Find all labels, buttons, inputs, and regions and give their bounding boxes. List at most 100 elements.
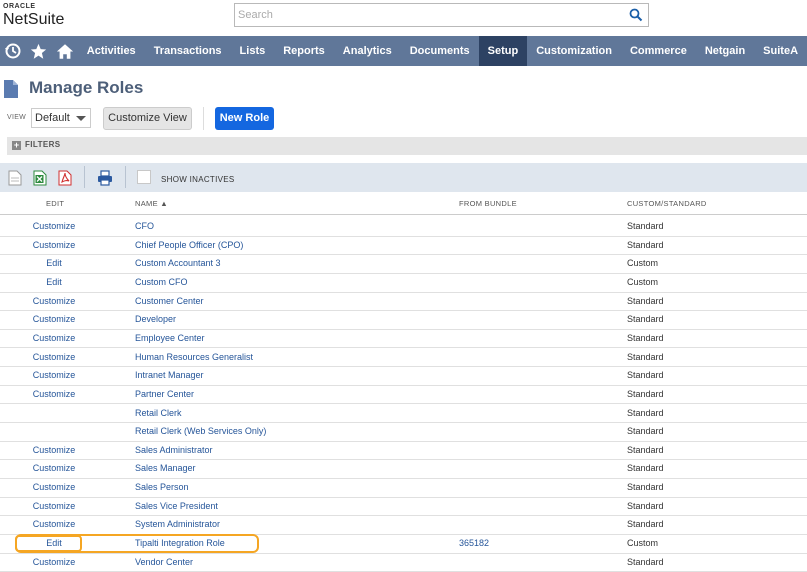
role-type: Standard (627, 370, 664, 381)
nav-lists[interactable]: Lists (231, 36, 275, 66)
home-button[interactable] (52, 36, 78, 66)
table-row: Retail Clerk (Web Services Only) Standard (0, 422, 807, 442)
row-action-link[interactable]: Customize (22, 389, 86, 399)
role-type: Standard (627, 407, 664, 418)
table-row: Customize Human Resources Generalist Stand… (0, 348, 807, 368)
role-type: Standard (627, 482, 664, 493)
nav-commerce[interactable]: Commerce (621, 36, 696, 66)
role-name-link[interactable]: Intranet Manager (135, 370, 204, 380)
col-from-bundle[interactable]: FROM BUNDLE (459, 199, 517, 208)
nav-suiteapps[interactable]: SuiteA (754, 36, 807, 66)
nav-transactions[interactable]: Transactions (145, 36, 231, 66)
expand-icon[interactable]: + (12, 141, 21, 150)
role-type: Standard (627, 444, 664, 455)
role-name-link[interactable]: Custom Accountant 3 (135, 258, 221, 268)
row-action-link[interactable]: Customize (22, 501, 86, 511)
row-action-link[interactable]: Customize (22, 519, 86, 529)
bundle-link[interactable]: 365182 (459, 538, 489, 548)
role-name-link[interactable]: Chief People Officer (CPO) (135, 240, 243, 250)
role-name-link[interactable]: Sales Person (135, 482, 189, 492)
print-icon[interactable] (97, 170, 113, 186)
role-type: Standard (627, 314, 664, 325)
export-excel-icon[interactable] (33, 170, 47, 186)
row-action-link[interactable]: Customize (22, 240, 86, 250)
shortcuts-button[interactable] (26, 36, 52, 66)
table-row: Customize Intranet Manager Standard (0, 366, 807, 386)
row-action-link[interactable]: Customize (22, 463, 86, 473)
table-row: Edit Custom Accountant 3 Custom (0, 254, 807, 274)
toolbar-divider (84, 166, 85, 188)
role-name-link[interactable]: Partner Center (135, 389, 194, 399)
nav-setup[interactable]: Setup (478, 36, 528, 66)
nav-customization[interactable]: Customization (527, 36, 621, 66)
role-name-link[interactable]: Sales Vice President (135, 501, 218, 511)
row-action-link[interactable]: Customize (22, 557, 86, 567)
filters-bar[interactable]: + FILTERS (7, 137, 807, 155)
row-action-link[interactable]: Edit (22, 277, 86, 287)
row-action-link[interactable]: Customize (22, 314, 86, 324)
chevron-down-icon (76, 116, 86, 121)
role-name-link[interactable]: Sales Administrator (135, 445, 213, 455)
role-name-link[interactable]: Sales Manager (135, 463, 196, 473)
netsuite-logo[interactable]: ORACLE NetSuite (3, 3, 64, 29)
role-type: Standard (627, 332, 664, 343)
toolbar-divider (125, 166, 126, 188)
role-name-link[interactable]: Retail Clerk (Web Services Only) (135, 426, 266, 436)
role-name-link[interactable]: Developer (135, 314, 176, 324)
table-row: Customize Sales Manager Standard (0, 459, 807, 480)
export-pdf-icon[interactable] (58, 170, 72, 186)
row-action-link[interactable]: Customize (22, 352, 86, 362)
page-title: Manage Roles (29, 78, 144, 97)
row-action-link[interactable]: Customize (22, 370, 86, 380)
nav-activities[interactable]: Activities (78, 36, 145, 66)
filters-label: FILTERS (25, 140, 61, 149)
col-custom-standard[interactable]: CUSTOM/STANDARD (627, 199, 707, 208)
view-select[interactable]: Default (31, 108, 91, 128)
nav-netgain[interactable]: Netgain (696, 36, 754, 66)
role-name-link[interactable]: Human Resources Generalist (135, 352, 253, 362)
row-action-link[interactable]: Customize (22, 296, 86, 306)
row-action-link[interactable]: Customize (22, 333, 86, 343)
show-inactives-checkbox[interactable] (137, 170, 151, 184)
role-name-link[interactable]: Retail Clerk (135, 408, 182, 418)
role-type: Standard (627, 239, 664, 250)
role-type: Custom (627, 538, 659, 549)
role-type: Standard (627, 500, 664, 511)
recent-records-button[interactable] (0, 36, 26, 66)
role-name-link[interactable]: Employee Center (135, 333, 205, 343)
table-row: Customize Employee Center Standard (0, 329, 807, 349)
col-edit: EDIT (46, 199, 65, 208)
search-input[interactable] (238, 5, 618, 25)
search-icon[interactable] (629, 8, 643, 22)
role-name-link[interactable]: Customer Center (135, 296, 204, 306)
new-role-button[interactable]: New Role (215, 107, 274, 130)
nav-analytics[interactable]: Analytics (334, 36, 401, 66)
row-action-link[interactable]: Customize (22, 221, 86, 231)
global-search[interactable] (234, 3, 649, 27)
top-header: ORACLE NetSuite (0, 0, 807, 36)
role-type: Standard (627, 426, 664, 437)
table-row: Customize CFO Standard (0, 217, 807, 237)
nav-documents[interactable]: Documents (401, 36, 479, 66)
table-row: Customize Partner Center Standard (0, 385, 807, 405)
view-label: VIEW (7, 114, 27, 121)
role-name-link[interactable]: Custom CFO (135, 277, 188, 287)
home-icon (56, 43, 73, 59)
role-name-link[interactable]: CFO (135, 221, 154, 231)
table-row: Edit Custom CFO Custom (0, 273, 807, 293)
role-name-link[interactable]: System Administrator (135, 519, 220, 529)
col-name[interactable]: NAME ▲ (135, 199, 168, 208)
row-action-link[interactable]: Customize (22, 445, 86, 455)
nav-reports[interactable]: Reports (274, 36, 334, 66)
row-action-link[interactable]: Edit (22, 258, 86, 268)
role-name-link[interactable]: Vendor Center (135, 557, 193, 567)
page-icon (4, 80, 18, 98)
table-header: EDIT NAME ▲ FROM BUNDLE CUSTOM/STANDARD (0, 192, 807, 215)
netsuite-wordmark: NetSuite (3, 11, 65, 28)
oracle-wordmark: ORACLE (3, 3, 36, 10)
customize-view-button[interactable]: Customize View (103, 107, 192, 130)
row-action-link[interactable]: Customize (22, 482, 86, 492)
role-type: Standard (627, 556, 664, 567)
export-csv-icon[interactable] (8, 170, 22, 186)
star-icon (31, 43, 47, 59)
